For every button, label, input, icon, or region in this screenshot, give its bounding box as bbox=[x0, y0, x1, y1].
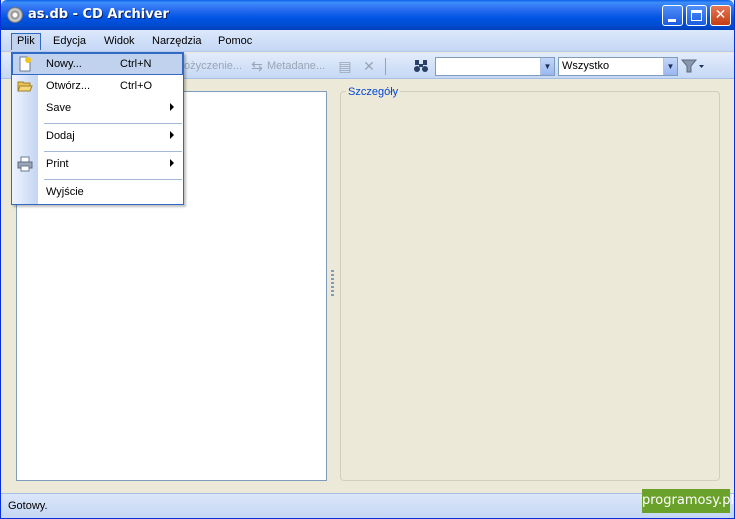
submenu-arrow-icon bbox=[170, 159, 174, 167]
splitter-handle[interactable] bbox=[331, 270, 334, 296]
binoculars-icon[interactable] bbox=[413, 58, 429, 74]
loan-button[interactable]: ożyczenie... bbox=[184, 60, 242, 72]
open-folder-icon bbox=[17, 78, 33, 94]
menu-pomoc[interactable]: Pomoc bbox=[212, 33, 258, 50]
details-group bbox=[340, 91, 720, 481]
menu-item-shortcut: Ctrl+N bbox=[120, 58, 152, 70]
menu-plik[interactable]: Plik bbox=[11, 33, 41, 50]
print-icon bbox=[17, 156, 33, 172]
menu-item-label: Dodaj bbox=[46, 130, 75, 142]
window-title: as.db - CD Archiver bbox=[28, 7, 169, 22]
app-icon[interactable] bbox=[7, 7, 23, 23]
app-window: as.db - CD Archiver ✕ Plik Edycja Widok … bbox=[0, 0, 735, 519]
menu-item-open[interactable]: Otwórz... Ctrl+O bbox=[12, 75, 183, 97]
maximize-button[interactable] bbox=[686, 5, 707, 26]
properties-icon[interactable]: ▤ bbox=[337, 58, 353, 74]
close-button[interactable]: ✕ bbox=[710, 5, 731, 26]
menu-widok[interactable]: Widok bbox=[98, 33, 141, 50]
title-bar[interactable]: as.db - CD Archiver ✕ bbox=[1, 0, 734, 30]
menu-separator bbox=[44, 179, 182, 180]
metadata-button[interactable]: Metadane... bbox=[267, 60, 325, 72]
details-title: Szczegóły bbox=[346, 86, 401, 98]
menu-item-exit[interactable]: Wyjście bbox=[12, 181, 183, 203]
minimize-icon bbox=[668, 19, 676, 22]
watermark-logo: programosy.pl bbox=[642, 489, 734, 513]
menu-separator bbox=[44, 151, 182, 152]
chevron-down-icon[interactable]: ▼ bbox=[663, 58, 677, 75]
toolbar-separator bbox=[385, 58, 386, 75]
menu-narzedzia[interactable]: Narzędzia bbox=[146, 33, 208, 50]
menu-item-shortcut: Ctrl+O bbox=[120, 80, 153, 92]
menu-item-save[interactable]: Save bbox=[12, 97, 183, 119]
menu-bar: Plik Edycja Widok Narzędzia Pomoc bbox=[1, 30, 734, 52]
menu-item-label: Otwórz... bbox=[46, 80, 91, 92]
submenu-arrow-icon bbox=[170, 103, 174, 111]
filter-select-value: Wszystko bbox=[562, 60, 610, 72]
menu-edycja[interactable]: Edycja bbox=[47, 33, 92, 50]
menu-separator bbox=[44, 123, 182, 124]
menu-item-print[interactable]: Print bbox=[12, 153, 183, 175]
new-file-icon bbox=[17, 56, 33, 72]
submenu-arrow-icon bbox=[170, 131, 174, 139]
menu-item-label: Wyjście bbox=[46, 186, 84, 198]
status-text: Gotowy. bbox=[8, 500, 48, 512]
filter-icon[interactable] bbox=[680, 58, 705, 74]
metadata-icon: ⇆ bbox=[251, 58, 263, 74]
menu-item-label: Save bbox=[46, 102, 72, 114]
menu-item-label: Print bbox=[46, 158, 69, 170]
filter-select[interactable]: Wszystko ▼ bbox=[558, 57, 678, 76]
chevron-down-icon[interactable]: ▼ bbox=[540, 58, 554, 75]
menu-item-new[interactable]: Nowy... Ctrl+N bbox=[12, 53, 183, 75]
status-bar: Gotowy. bbox=[1, 493, 734, 518]
delete-icon[interactable]: ✕ bbox=[361, 58, 377, 74]
menu-item-label: Nowy... bbox=[46, 58, 82, 70]
menu-item-add[interactable]: Dodaj bbox=[12, 125, 183, 147]
search-input[interactable]: ▼ bbox=[435, 57, 555, 76]
maximize-icon bbox=[691, 10, 702, 21]
close-icon: ✕ bbox=[714, 7, 727, 23]
file-menu: Nowy... Ctrl+N Otwórz... Ctrl+O Save Dod… bbox=[11, 52, 184, 205]
minimize-button[interactable] bbox=[662, 5, 683, 26]
